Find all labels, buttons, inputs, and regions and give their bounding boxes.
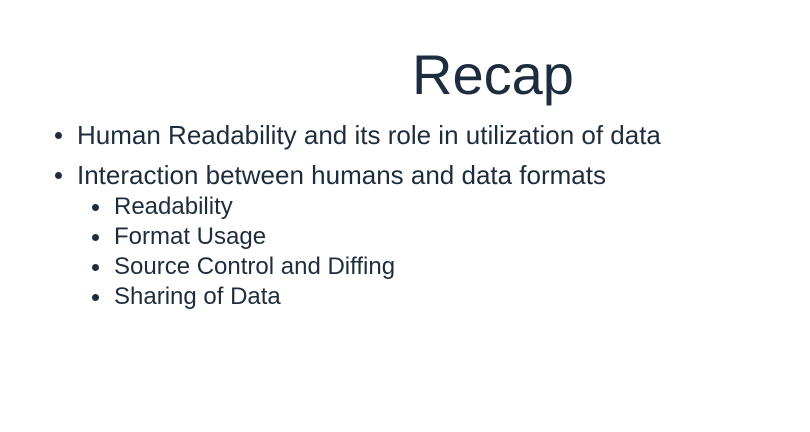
bullet-item: Interaction between humans and data form… (55, 159, 606, 191)
bullet-text: Interaction between humans and data form… (77, 160, 606, 190)
sub-bullet-item: Sharing of Data (92, 282, 281, 312)
sub-bullet-text: Source Control and Diffing (114, 253, 396, 280)
sub-bullet-text: Readability (114, 193, 233, 220)
bullet-dot-icon (92, 203, 99, 211)
slide-title: Recap (412, 43, 574, 106)
sub-bullet-item: Format Usage (92, 222, 266, 252)
sub-bullet-item: Readability (92, 192, 233, 222)
sub-bullet-item: Source Control and Diffing (92, 252, 395, 282)
bullet-dot-icon (92, 233, 99, 241)
bullet-text: Human Readability and its role in utiliz… (77, 120, 661, 150)
bullet-dot-icon (92, 293, 99, 301)
sub-bullet-text: Sharing of Data (114, 283, 281, 310)
bullet-dot-icon (92, 263, 99, 271)
bullet-item: Human Readability and its role in utiliz… (55, 119, 661, 151)
sub-bullet-text: Format Usage (114, 223, 267, 250)
bullet-dot-icon (55, 131, 62, 139)
slide: Recap Human Readability and its role in … (0, 0, 810, 432)
bullet-dot-icon (55, 171, 62, 179)
